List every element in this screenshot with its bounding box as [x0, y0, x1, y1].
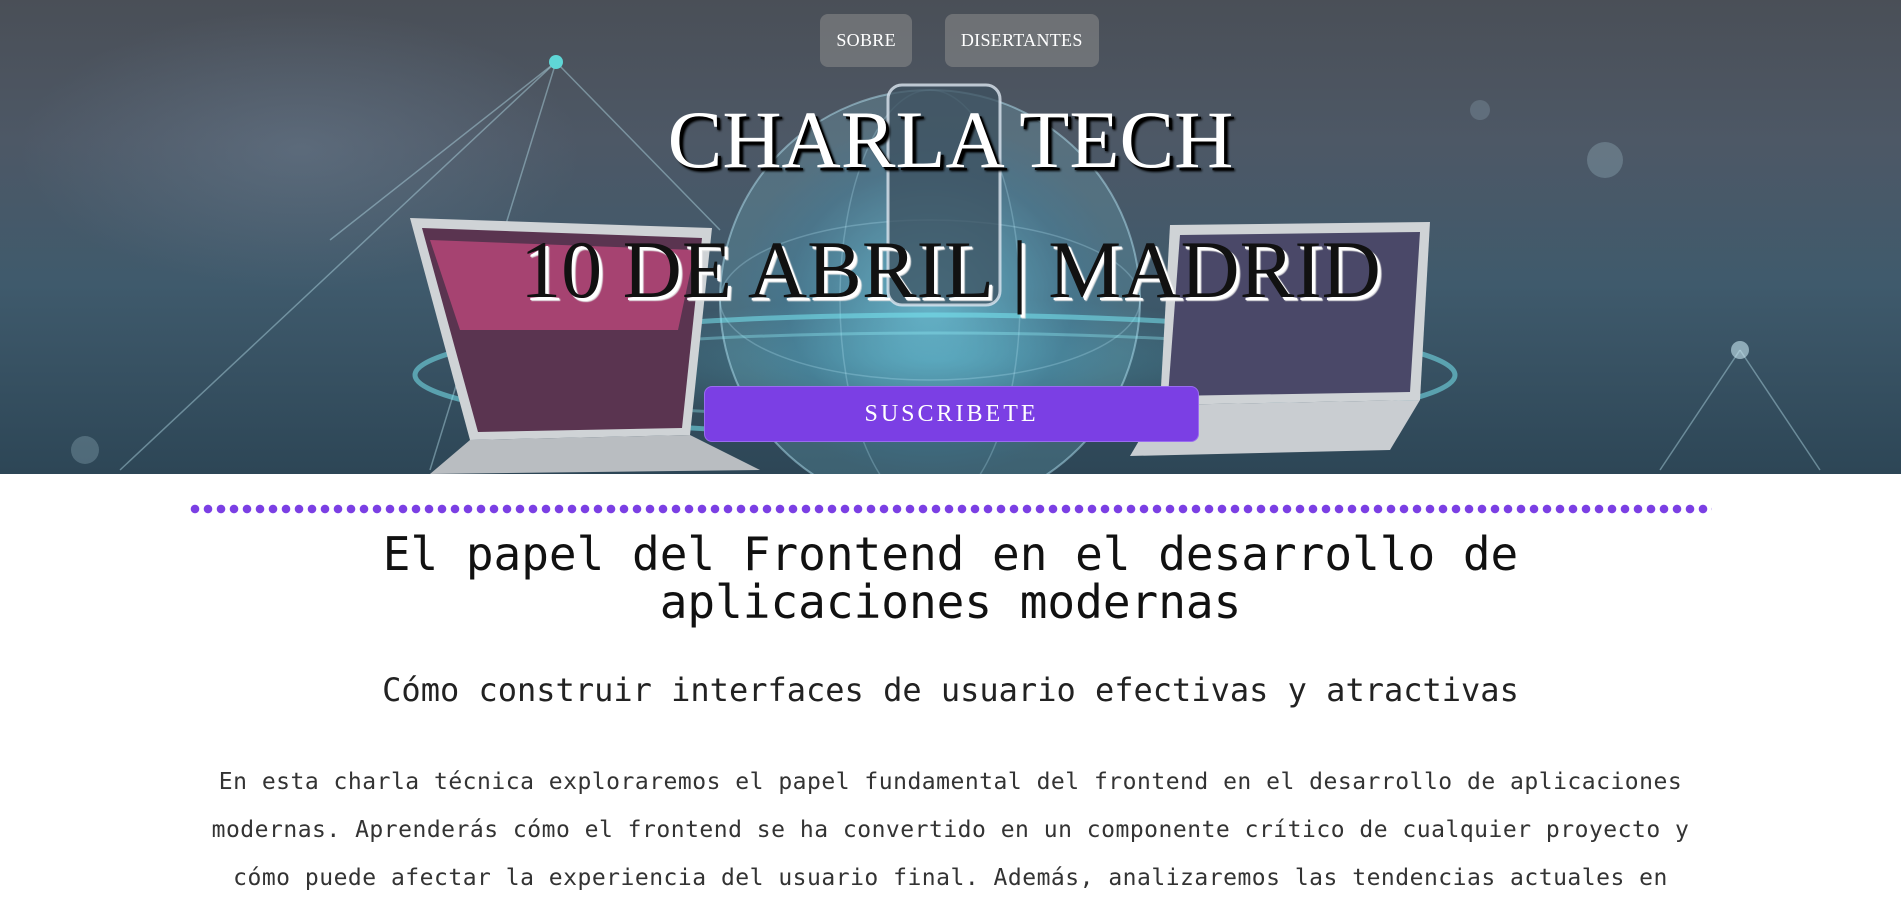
subscribe-button[interactable]: SUSCRIBETE	[704, 386, 1199, 442]
dotted-divider	[190, 504, 1712, 514]
event-title: CHARLA TECH	[667, 94, 1234, 185]
talk-tagline: Cómo construir interfaces de usuario efe…	[382, 671, 1519, 709]
nav-disertantes-button[interactable]: DISERTANTES	[944, 14, 1099, 67]
event-date-location: 10 DE ABRIL | MADRID	[520, 224, 1381, 315]
talk-headline: El papel del Frontend en el desarrollo d…	[382, 527, 1519, 629]
talk-description: En esta charla técnica exploraremos el p…	[211, 769, 1690, 891]
hero-banner: SOBRE DISERTANTES CHARLA TECH 10 DE ABRI…	[0, 0, 1901, 474]
nav-sobre-button[interactable]: SOBRE	[820, 14, 912, 67]
top-nav: SOBRE DISERTANTES	[0, 14, 1901, 67]
